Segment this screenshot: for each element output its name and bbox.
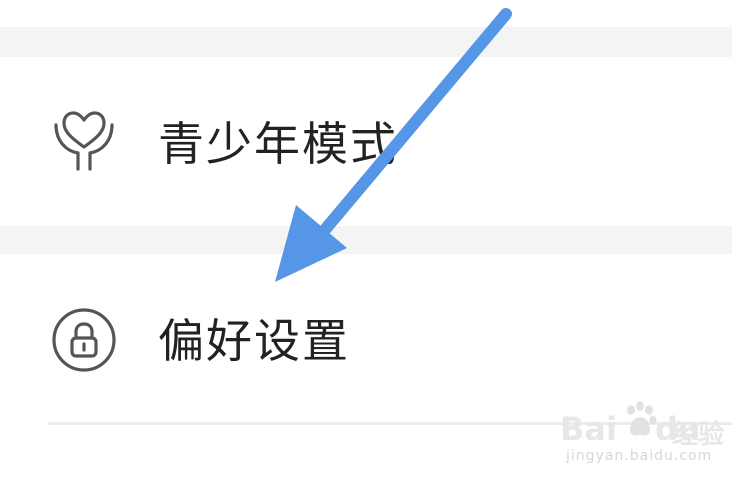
watermark-url: jingyan.baidu.com [566, 448, 713, 464]
section-gap-1 [0, 27, 732, 57]
paw-icon [620, 400, 660, 440]
section-gap-2 [0, 226, 732, 254]
settings-item-label: 偏好设置 [158, 314, 350, 368]
settings-item-label: 青少年模式 [158, 117, 398, 171]
settings-item-youth-mode[interactable]: 青少年模式 [0, 57, 732, 226]
settings-item-preferences[interactable]: 偏好设置 [0, 254, 732, 420]
watermark-product: 经验 [672, 420, 725, 450]
top-spacer [0, 0, 732, 4]
lock-icon [50, 306, 118, 374]
heart-hands-icon [50, 107, 118, 175]
baidu-jingyan-watermark: Bai du 经验 jingyan.baidu.com [560, 398, 732, 480]
